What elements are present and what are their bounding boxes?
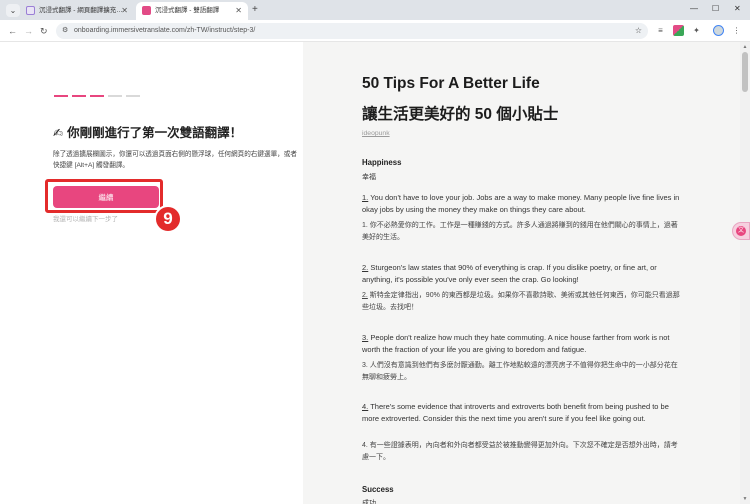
article-panel: 50 Tips For A Better Life 讓生活更美好的 50 個小貼…: [303, 42, 740, 504]
section-heading: Success: [362, 485, 394, 494]
page-scrollbar[interactable]: ▲ ▼: [740, 42, 750, 504]
item-translation-text: 你不必熱愛你的工作。工作是一種賺錢的方式。許多人通過將賺到的錢用在他們關心的事情…: [362, 222, 678, 241]
back-arrow-icon[interactable]: ←: [8, 23, 17, 39]
url-text: onboarding.immersivetranslate.com/zh-TW/…: [74, 27, 256, 34]
address-bar[interactable]: ⚙ onboarding.immersivetranslate.com/zh-T…: [56, 23, 648, 39]
browser-toolbar: ← → ↻ ⚙ onboarding.immersivetranslate.co…: [0, 20, 750, 42]
list-item: 2. Sturgeon's law states that 90% of eve…: [362, 262, 684, 286]
item-text: People don't realize how much they hate …: [362, 333, 670, 355]
close-window-button[interactable]: ✕: [734, 2, 741, 16]
new-tab-button[interactable]: +: [252, 3, 258, 17]
progress-step: [90, 95, 104, 97]
item-number: 4.: [362, 442, 368, 449]
item-number: 4.: [362, 402, 369, 411]
item-text: There's some evidence that introverts an…: [362, 402, 669, 424]
tab-favicon-icon: [26, 5, 35, 15]
tab-title: 沉浸式翻譯 - 網頁翻譯擴充 | PDF翻譯: [39, 7, 123, 14]
onboarding-description: 除了透過擴展欄圖示，你還可以透過頁面右側的懸浮球，任何網頁的右鍵選單，或者快捷鍵…: [53, 151, 297, 169]
back-step-link[interactable]: 我還可以繼續下一步了: [53, 213, 118, 223]
section-heading-translation: 成功: [362, 500, 376, 504]
list-item: 3. People don't realize how much they ha…: [362, 332, 684, 356]
item-text: You don't have to love your job. Jobs ar…: [362, 193, 680, 215]
tab-search-icon[interactable]: ⌄: [6, 4, 20, 17]
item-number: 1.: [362, 222, 368, 229]
scroll-thumb[interactable]: [742, 52, 748, 92]
list-item: 1. You don't have to love your job. Jobs…: [362, 192, 684, 216]
item-number: 3.: [362, 333, 369, 342]
item-number: 2.: [362, 263, 369, 272]
item-translation-text: 斯特金定律指出，90% 的東西都是垃圾。如果你不喜歡詩歌、美術或其他任何東西，你…: [362, 292, 680, 311]
list-item: 4. There's some evidence that introverts…: [362, 401, 684, 425]
list-item-translation: 3. 人們沒有意識到他們有多麼討厭通勤。離工作地點較遠的漂亮房子不值得你把生命中…: [362, 360, 684, 384]
translate-float-ball[interactable]: 文: [732, 222, 750, 240]
reload-icon[interactable]: ↻: [40, 23, 48, 39]
profile-avatar-icon[interactable]: [713, 25, 724, 36]
tab-immersive-translate-home[interactable]: 沉浸式翻譯 - 網頁翻譯擴充 | PDF翻譯 ✕: [20, 2, 134, 20]
progress-step: [126, 95, 140, 97]
minimize-window-button[interactable]: —: [690, 2, 698, 16]
onboarding-heading: ✍ 你剛剛進行了第一次雙語翻譯！: [53, 122, 242, 141]
list-item-translation: 4. 有一些證據表明，內向者和外向者都受益於被推動變得更加外向。下次您不確定是否…: [362, 440, 684, 464]
writing-hand-icon: ✍: [53, 126, 64, 140]
scroll-up-arrow-icon[interactable]: ▲: [741, 43, 749, 51]
extensions-puzzle-icon[interactable]: ✦: [691, 25, 702, 36]
section-heading-translation: 幸福: [362, 174, 376, 181]
close-tab-icon[interactable]: ✕: [235, 2, 242, 20]
kebab-menu-icon[interactable]: ⋮: [731, 25, 742, 36]
progress-step: [72, 95, 86, 97]
article-title: 50 Tips For A Better Life: [362, 75, 540, 92]
tab-onboarding-active[interactable]: 沉浸式翻譯 - 雙語翻譯 ✕: [136, 2, 248, 20]
item-number: 3.: [362, 362, 368, 369]
item-translation-text: 有一些證據表明，內向者和外向者都受益於被推動變得更加外向。下次您不確定是否想外出…: [362, 442, 678, 461]
author-link[interactable]: ideopunk: [362, 130, 390, 137]
progress-step: [54, 95, 68, 97]
progress-step: [108, 95, 122, 97]
list-item-translation: 1. 你不必熱愛你的工作。工作是一種賺錢的方式。許多人通過將賺到的錢用在他們關心…: [362, 220, 684, 244]
translate-icon: 文: [736, 226, 746, 236]
annotation-highlight-box: [45, 179, 163, 213]
tab-title: 沉浸式翻譯 - 雙語翻譯: [155, 7, 220, 14]
item-translation-text: 人們沒有意識到他們有多麼討厭通勤。離工作地點較遠的漂亮房子不值得你把生命中的一小…: [362, 362, 678, 381]
scroll-down-arrow-icon[interactable]: ▼: [741, 495, 749, 503]
immersive-translate-extension-icon[interactable]: [673, 25, 684, 36]
heading-text: 你剛剛進行了第一次雙語翻譯！: [67, 126, 243, 140]
onboarding-panel: ✍ 你剛剛進行了第一次雙語翻譯！ 除了透過擴展欄圖示，你還可以透過頁面右側的懸浮球…: [0, 42, 303, 504]
item-text: Sturgeon's law states that 90% of everyt…: [362, 263, 657, 285]
annotation-step-badge: 9: [154, 205, 182, 233]
item-number: 2.: [362, 292, 368, 299]
forward-arrow-icon[interactable]: →: [24, 23, 33, 39]
site-info-icon[interactable]: ⚙: [62, 23, 68, 39]
list-item-translation: 2. 斯特金定律指出，90% 的東西都是垃圾。如果你不喜歡詩歌、美術或其他任何東…: [362, 290, 684, 314]
article-title-translation: 讓生活更美好的 50 個小貼士: [362, 106, 559, 123]
tab-strip: ⌄ 沉浸式翻譯 - 網頁翻譯擴充 | PDF翻譯 ✕ 沉浸式翻譯 - 雙語翻譯 …: [0, 0, 750, 20]
reading-list-icon[interactable]: ≡: [655, 25, 666, 36]
tab-favicon-icon: [142, 5, 151, 15]
close-tab-icon[interactable]: ✕: [121, 2, 128, 20]
section-heading: Happiness: [362, 158, 402, 167]
item-number: 1.: [362, 193, 369, 202]
bookmark-star-icon[interactable]: ☆: [635, 23, 642, 39]
maximize-window-button[interactable]: ☐: [712, 2, 719, 16]
